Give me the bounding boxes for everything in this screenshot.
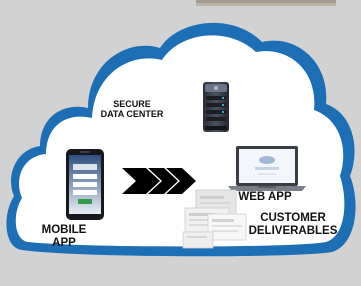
background-photo-frame bbox=[196, 0, 336, 6]
laptop-icon bbox=[228, 146, 306, 191]
secure-data-center-label: SECURE DATA CENTER bbox=[92, 99, 172, 120]
customer-deliverables-label-line2: DELIVERABLES bbox=[248, 225, 338, 238]
mobile-app-label-line2: APP bbox=[52, 237, 76, 250]
mobile-app-label: MOBILE APP bbox=[28, 224, 100, 250]
customer-deliverables-label: CUSTOMER DELIVERABLES bbox=[238, 212, 348, 238]
server-rack-icon bbox=[203, 82, 229, 132]
customer-deliverables-label-line1: CUSTOMER bbox=[260, 212, 326, 224]
web-app-label-text: WEB APP bbox=[238, 191, 292, 203]
secure-data-center-label-line2: DATA CENTER bbox=[100, 109, 164, 120]
smartphone-icon bbox=[66, 149, 104, 220]
secure-data-center-label-line1: SECURE bbox=[113, 99, 151, 109]
mobile-app-label-line1: MOBILE bbox=[41, 224, 87, 236]
web-app-label: WEB APP bbox=[230, 191, 300, 204]
